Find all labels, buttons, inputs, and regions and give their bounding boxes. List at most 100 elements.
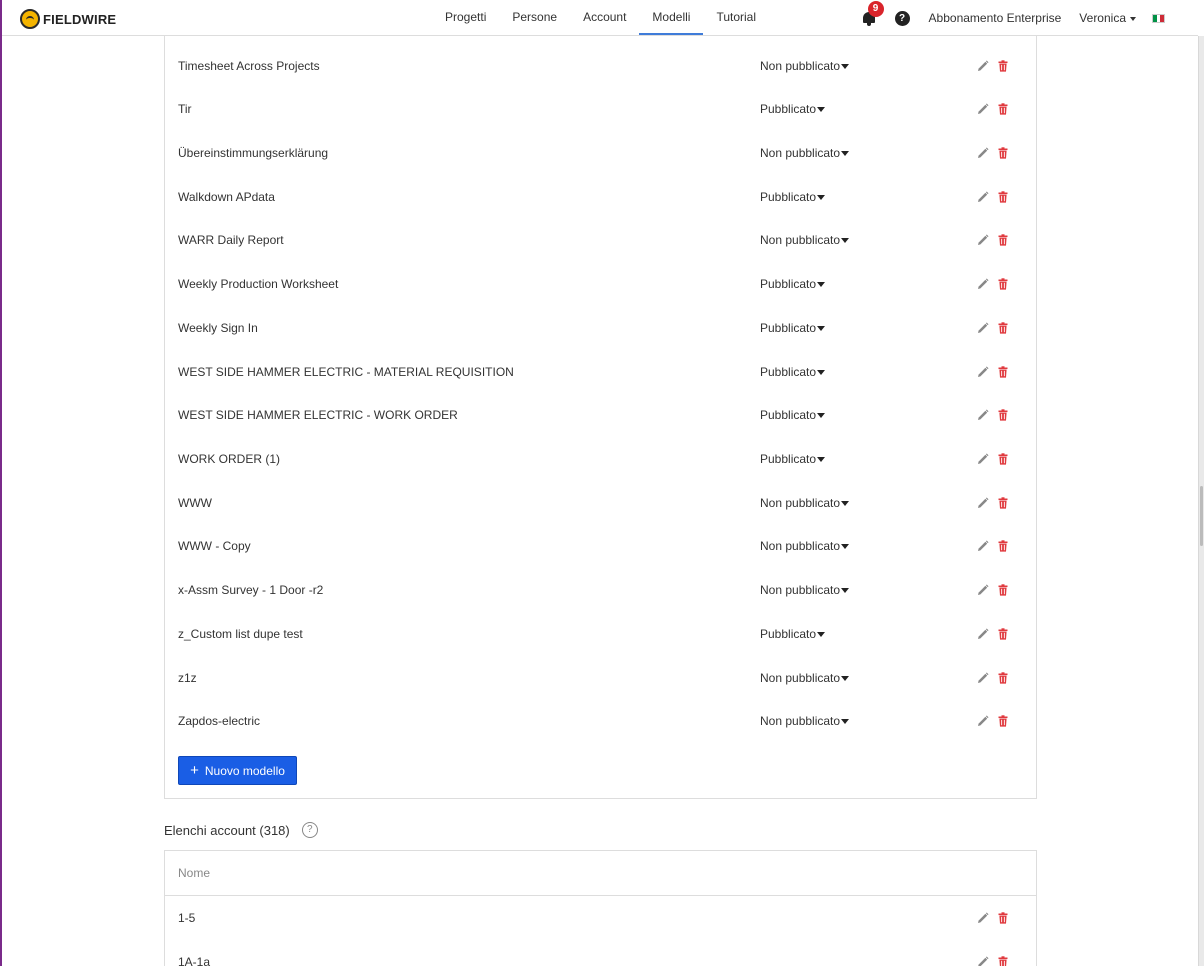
publish-status-dropdown[interactable]: Pubblicato xyxy=(760,612,826,656)
edit-pencil-icon[interactable] xyxy=(977,103,989,115)
row-name: Übereinstimmungserklärung xyxy=(178,146,329,160)
publish-status-label: Non pubblicato xyxy=(760,671,841,685)
row-name: Weekly Sign In xyxy=(178,321,258,335)
delete-trash-icon[interactable] xyxy=(997,60,1009,72)
notification-count-badge: 9 xyxy=(867,1,884,17)
templates-list-card: + Nuovo modello Timesheet Across Projects… xyxy=(164,36,1037,799)
edit-pencil-icon[interactable] xyxy=(977,191,989,203)
row-name: WORK ORDER (1) xyxy=(178,452,280,466)
nav-item-account[interactable]: Account xyxy=(570,0,639,35)
edit-pencil-icon[interactable] xyxy=(977,366,989,378)
delete-trash-icon[interactable] xyxy=(997,672,1009,684)
publish-status-dropdown[interactable]: Non pubblicato xyxy=(760,44,850,88)
delete-trash-icon[interactable] xyxy=(997,278,1009,290)
publish-status-label: Pubblicato xyxy=(760,277,817,291)
publish-status-dropdown[interactable]: Pubblicato xyxy=(760,262,826,306)
table-row: Tir Pubblicato xyxy=(165,87,1036,131)
edit-pencil-icon[interactable] xyxy=(977,912,989,924)
publish-status-dropdown[interactable]: Pubblicato xyxy=(760,393,826,437)
top-navbar: FIELDWIRE Progetti Persone Account Model… xyxy=(2,0,1198,36)
publish-status-dropdown[interactable]: Pubblicato xyxy=(760,350,826,394)
brand-logo[interactable]: FIELDWIRE xyxy=(20,9,116,29)
helmet-logo-icon xyxy=(20,9,40,29)
delete-trash-icon[interactable] xyxy=(997,540,1009,552)
caret-down-icon xyxy=(817,282,826,288)
publish-status-dropdown[interactable]: Non pubblicato xyxy=(760,699,850,743)
nav-item-progetti[interactable]: Progetti xyxy=(432,0,499,35)
scrollbar-thumb[interactable] xyxy=(1200,486,1203,546)
caret-down-icon xyxy=(817,195,826,201)
table-row: WEST SIDE HAMMER ELECTRIC - WORK ORDER Pu… xyxy=(165,393,1036,437)
delete-trash-icon[interactable] xyxy=(997,453,1009,465)
delete-trash-icon[interactable] xyxy=(997,322,1009,334)
edit-pencil-icon[interactable] xyxy=(977,322,989,334)
edit-pencil-icon[interactable] xyxy=(977,540,989,552)
edit-pencil-icon[interactable] xyxy=(977,60,989,72)
publish-status-label: Non pubblicato xyxy=(760,714,841,728)
plus-icon: + xyxy=(190,762,199,779)
publish-status-dropdown[interactable]: Pubblicato xyxy=(760,437,826,481)
publish-status-dropdown[interactable]: Non pubblicato xyxy=(760,481,850,525)
vertical-scrollbar[interactable] xyxy=(1198,36,1204,966)
new-template-button[interactable]: + Nuovo modello xyxy=(178,756,297,785)
table-row: WARR Daily Report Non pubblicato xyxy=(165,218,1036,262)
row-name: z1z xyxy=(178,671,197,685)
user-menu[interactable]: Veronica xyxy=(1079,11,1136,25)
publish-status-label: Pubblicato xyxy=(760,627,817,641)
publish-status-dropdown[interactable]: Non pubblicato xyxy=(760,524,850,568)
subscription-plan-link[interactable]: Abbonamento Enterprise xyxy=(929,11,1062,25)
publish-status-dropdown[interactable]: Non pubblicato xyxy=(760,131,850,175)
publish-status-dropdown[interactable]: Non pubblicato xyxy=(760,218,850,262)
row-name: Weekly Production Worksheet xyxy=(178,277,339,291)
publish-status-dropdown[interactable]: Non pubblicato xyxy=(760,568,850,612)
language-flag-icon[interactable] xyxy=(1152,13,1165,23)
edit-pencil-icon[interactable] xyxy=(977,278,989,290)
delete-trash-icon[interactable] xyxy=(997,103,1009,115)
publish-status-label: Pubblicato xyxy=(760,321,817,335)
delete-trash-icon[interactable] xyxy=(997,912,1009,924)
edit-pencil-icon[interactable] xyxy=(977,715,989,727)
edit-pencil-icon[interactable] xyxy=(977,497,989,509)
edit-pencil-icon[interactable] xyxy=(977,584,989,596)
delete-trash-icon[interactable] xyxy=(997,191,1009,203)
row-name: WWW - Copy xyxy=(178,539,251,553)
edit-pencil-icon[interactable] xyxy=(977,234,989,246)
delete-trash-icon[interactable] xyxy=(997,366,1009,378)
nav-item-tutorial[interactable]: Tutorial xyxy=(703,0,769,35)
delete-trash-icon[interactable] xyxy=(997,147,1009,159)
caret-down-icon xyxy=(817,632,826,638)
publish-status-dropdown[interactable]: Pubblicato xyxy=(760,175,826,219)
delete-trash-icon[interactable] xyxy=(997,234,1009,246)
notifications-bell-icon[interactable]: 9 xyxy=(861,1,884,26)
delete-trash-icon[interactable] xyxy=(997,409,1009,421)
delete-trash-icon[interactable] xyxy=(997,628,1009,640)
publish-status-label: Pubblicato xyxy=(760,102,817,116)
help-icon[interactable]: ? xyxy=(894,10,910,26)
publish-status-label: Non pubblicato xyxy=(760,233,841,247)
nav-item-modelli[interactable]: Modelli xyxy=(639,0,704,35)
edit-pencil-icon[interactable] xyxy=(977,956,989,966)
chevron-down-icon xyxy=(1130,16,1136,21)
publish-status-dropdown[interactable]: Pubblicato xyxy=(760,306,826,350)
edit-pencil-icon[interactable] xyxy=(977,409,989,421)
publish-status-dropdown[interactable]: Non pubblicato xyxy=(760,656,850,700)
main-nav: Progetti Persone Account Modelli Tutoria… xyxy=(432,0,769,35)
nav-item-persone[interactable]: Persone xyxy=(499,0,570,35)
edit-pencil-icon[interactable] xyxy=(977,453,989,465)
delete-trash-icon[interactable] xyxy=(997,956,1009,966)
caret-down-icon xyxy=(841,238,850,244)
delete-trash-icon[interactable] xyxy=(997,497,1009,509)
delete-trash-icon[interactable] xyxy=(997,715,1009,727)
delete-trash-icon[interactable] xyxy=(997,584,1009,596)
row-name: Walkdown APdata xyxy=(178,190,275,204)
caret-down-icon xyxy=(817,457,826,463)
edit-pencil-icon[interactable] xyxy=(977,672,989,684)
edit-pencil-icon[interactable] xyxy=(977,147,989,159)
edit-pencil-icon[interactable] xyxy=(977,628,989,640)
table-row: z1z Non pubblicato xyxy=(165,656,1036,700)
row-name: 1-5 xyxy=(178,911,196,925)
table-row: Timesheet Across Projects Non pubblicato xyxy=(165,44,1036,88)
question-circle-icon[interactable]: ? xyxy=(301,822,318,838)
publish-status-dropdown[interactable]: Pubblicato xyxy=(760,87,826,131)
row-name: Timesheet Across Projects xyxy=(178,59,320,73)
